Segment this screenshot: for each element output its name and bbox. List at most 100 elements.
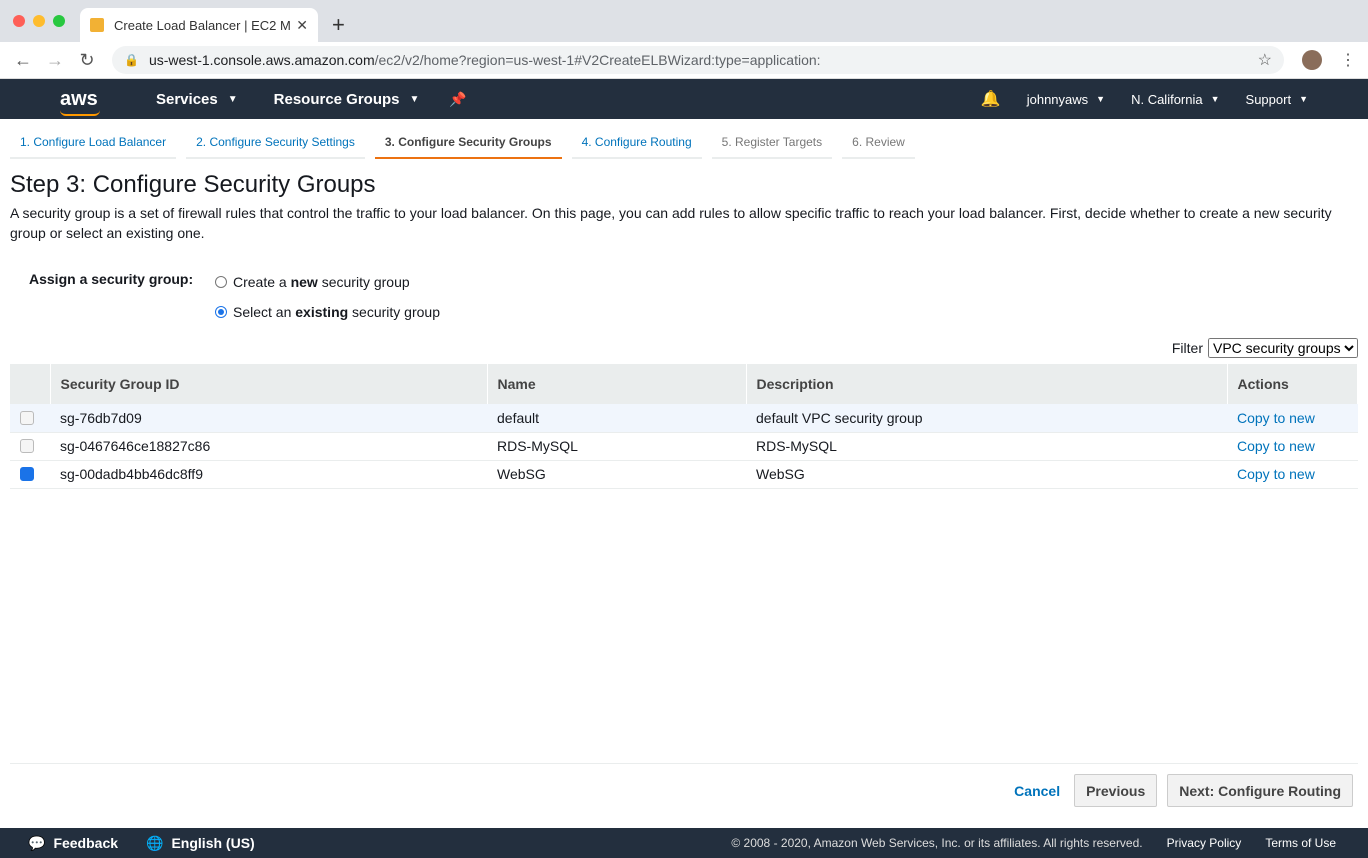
forward-arrow-icon[interactable]: → [44,50,66,71]
region-label: N. California [1131,91,1203,107]
aws-smile-icon [60,110,100,116]
cell-description: default VPC security group [746,404,1227,433]
security-groups-table: Security Group ID Name Description Actio… [10,364,1358,489]
main-content: Step 3: Configure Security Groups A secu… [0,171,1368,489]
url-host: us-west-1.console.aws.amazon.com [148,52,375,68]
tab-configure-security-groups[interactable]: 3. Configure Security Groups [374,135,562,159]
copyright-text: © 2008 - 2020, Amazon Web Services, Inc.… [731,836,1143,850]
tab-review: 6. Review [842,135,915,159]
radio-text-bold: new [290,274,318,290]
row-checkbox[interactable] [20,410,34,425]
copy-to-new-link[interactable]: Copy to new [1227,404,1358,433]
pin-icon[interactable]: 📌 [449,91,466,108]
tab-title: Create Load Balancer | EC2 Ma [114,17,291,33]
aws-logo[interactable]: aws [0,87,120,116]
cell-description: WebSG [746,460,1227,489]
region-menu[interactable]: N. California ▼ [1131,92,1219,107]
feedback-button[interactable]: 💬 Feedback [28,835,118,852]
table-row[interactable]: sg-00dadb4bb46dc8ff9 WebSG WebSG Copy to… [10,460,1358,489]
url-path: /ec2/v2/home?region=us-west-1#V2CreateEL… [374,52,821,68]
profile-avatar[interactable] [1302,50,1322,70]
support-menu[interactable]: Support ▼ [1246,92,1308,107]
filter-select[interactable]: VPC security groups [1208,338,1358,358]
globe-icon: 🌐 [146,834,164,851]
radio-text: security group [317,274,410,290]
browser-menu-icon[interactable]: ⋮ [1340,50,1356,70]
new-tab-icon[interactable]: + [332,12,345,38]
resource-groups-menu[interactable]: Resource Groups ▼ [274,91,420,108]
row-checkbox[interactable] [20,467,34,481]
chevron-down-icon: ▼ [409,93,420,105]
next-button[interactable]: Next: Configure Routing [1167,774,1353,807]
tab-configure-load-balancer[interactable]: 1. Configure Load Balancer [10,135,177,159]
row-checkbox[interactable] [20,439,34,453]
radio-select-existing-input[interactable] [215,306,227,318]
table-row[interactable]: sg-0467646ce18827c86 RDS-MySQL RDS-MySQL… [10,432,1358,461]
speech-bubble-icon: 💬 [28,834,46,851]
previous-button[interactable]: Previous [1074,774,1158,807]
language-label: English (US) [171,835,255,851]
page-description: A security group is a set of firewall ru… [10,205,1332,241]
cell-id: sg-00dadb4bb46dc8ff9 [50,460,487,489]
radio-text: Create a [233,274,291,290]
feedback-label: Feedback [53,835,119,851]
cell-name: RDS-MySQL [487,432,746,461]
divider [10,763,1358,764]
column-header-name[interactable]: Name [487,364,747,404]
bookmark-star-icon[interactable]: ☆ [1258,50,1272,70]
minimize-window-button[interactable] [33,15,45,27]
chevron-down-icon: ▼ [1299,94,1308,104]
radio-create-new-label: Create a new security group [233,274,410,290]
cell-id: sg-0467646ce18827c86 [50,432,487,461]
user-menu[interactable]: johnnyaws ▼ [1027,92,1105,107]
wizard-steps: 1. Configure Load Balancer 2. Configure … [0,119,1368,159]
radio-create-new[interactable]: Create a new security group [215,267,440,297]
table-row[interactable]: sg-76db7d09 default default VPC security… [10,404,1358,433]
lock-icon: 🔒 [124,53,139,67]
column-header-actions: Actions [1227,364,1358,404]
browser-tabstrip: Create Load Balancer | EC2 Ma ✕ + [0,0,1368,42]
services-menu[interactable]: Services ▼ [156,91,238,108]
column-header-description[interactable]: Description [746,364,1228,404]
reload-icon[interactable]: ↻ [76,50,98,71]
radio-select-existing[interactable]: Select an existing security group [215,297,440,327]
services-label: Services [156,90,218,108]
page-title: Step 3: Configure Security Groups [10,171,376,198]
select-column-header [10,364,51,404]
address-bar: ← → ↻ 🔒 us-west-1.console.aws.amazon.com… [0,42,1368,79]
close-icon[interactable]: ✕ [296,17,308,34]
radio-create-new-input[interactable] [215,276,227,288]
user-label: johnnyaws [1026,91,1089,107]
copy-to-new-link[interactable]: Copy to new [1227,460,1358,489]
bell-icon[interactable]: 🔔 [981,89,1001,109]
close-window-button[interactable] [13,15,25,27]
tab-configure-routing[interactable]: 4. Configure Routing [571,135,702,159]
cell-description: RDS-MySQL [746,432,1227,461]
chevron-down-icon: ▼ [1096,94,1106,104]
wizard-actions: Cancel Previous Next: Configure Routing [1014,774,1353,807]
terms-of-use-link[interactable]: Terms of Use [1265,836,1336,850]
assign-security-group: Assign a security group: Create a new se… [10,267,1358,327]
chevron-down-icon: ▼ [227,93,238,105]
cell-id: sg-76db7d09 [50,404,487,433]
back-arrow-icon[interactable]: ← [12,50,34,71]
language-selector[interactable]: 🌐 English (US) [146,835,255,852]
maximize-window-button[interactable] [53,15,65,27]
url-input[interactable]: 🔒 us-west-1.console.aws.amazon.com/ec2/v… [112,46,1284,74]
cancel-button[interactable]: Cancel [1014,783,1060,799]
column-header-id[interactable]: Security Group ID [50,364,488,404]
privacy-policy-link[interactable]: Privacy Policy [1167,836,1242,850]
radio-text-bold: existing [295,304,349,320]
radio-text: Select an [233,304,296,320]
assign-label: Assign a security group: [29,271,194,287]
tab-configure-security-settings[interactable]: 2. Configure Security Settings [186,135,365,159]
radio-text: security group [348,304,440,320]
cell-name: WebSG [487,460,746,489]
aws-logo-text: aws [60,87,98,110]
resource-groups-label: Resource Groups [273,90,400,108]
cell-name: default [487,404,746,433]
radio-select-existing-label: Select an existing security group [233,304,440,320]
browser-tab[interactable]: Create Load Balancer | EC2 Ma ✕ [80,8,318,42]
copy-to-new-link[interactable]: Copy to new [1227,432,1358,461]
aws-top-nav: aws Services ▼ Resource Groups ▼ 📌 🔔 johnn… [0,79,1368,119]
